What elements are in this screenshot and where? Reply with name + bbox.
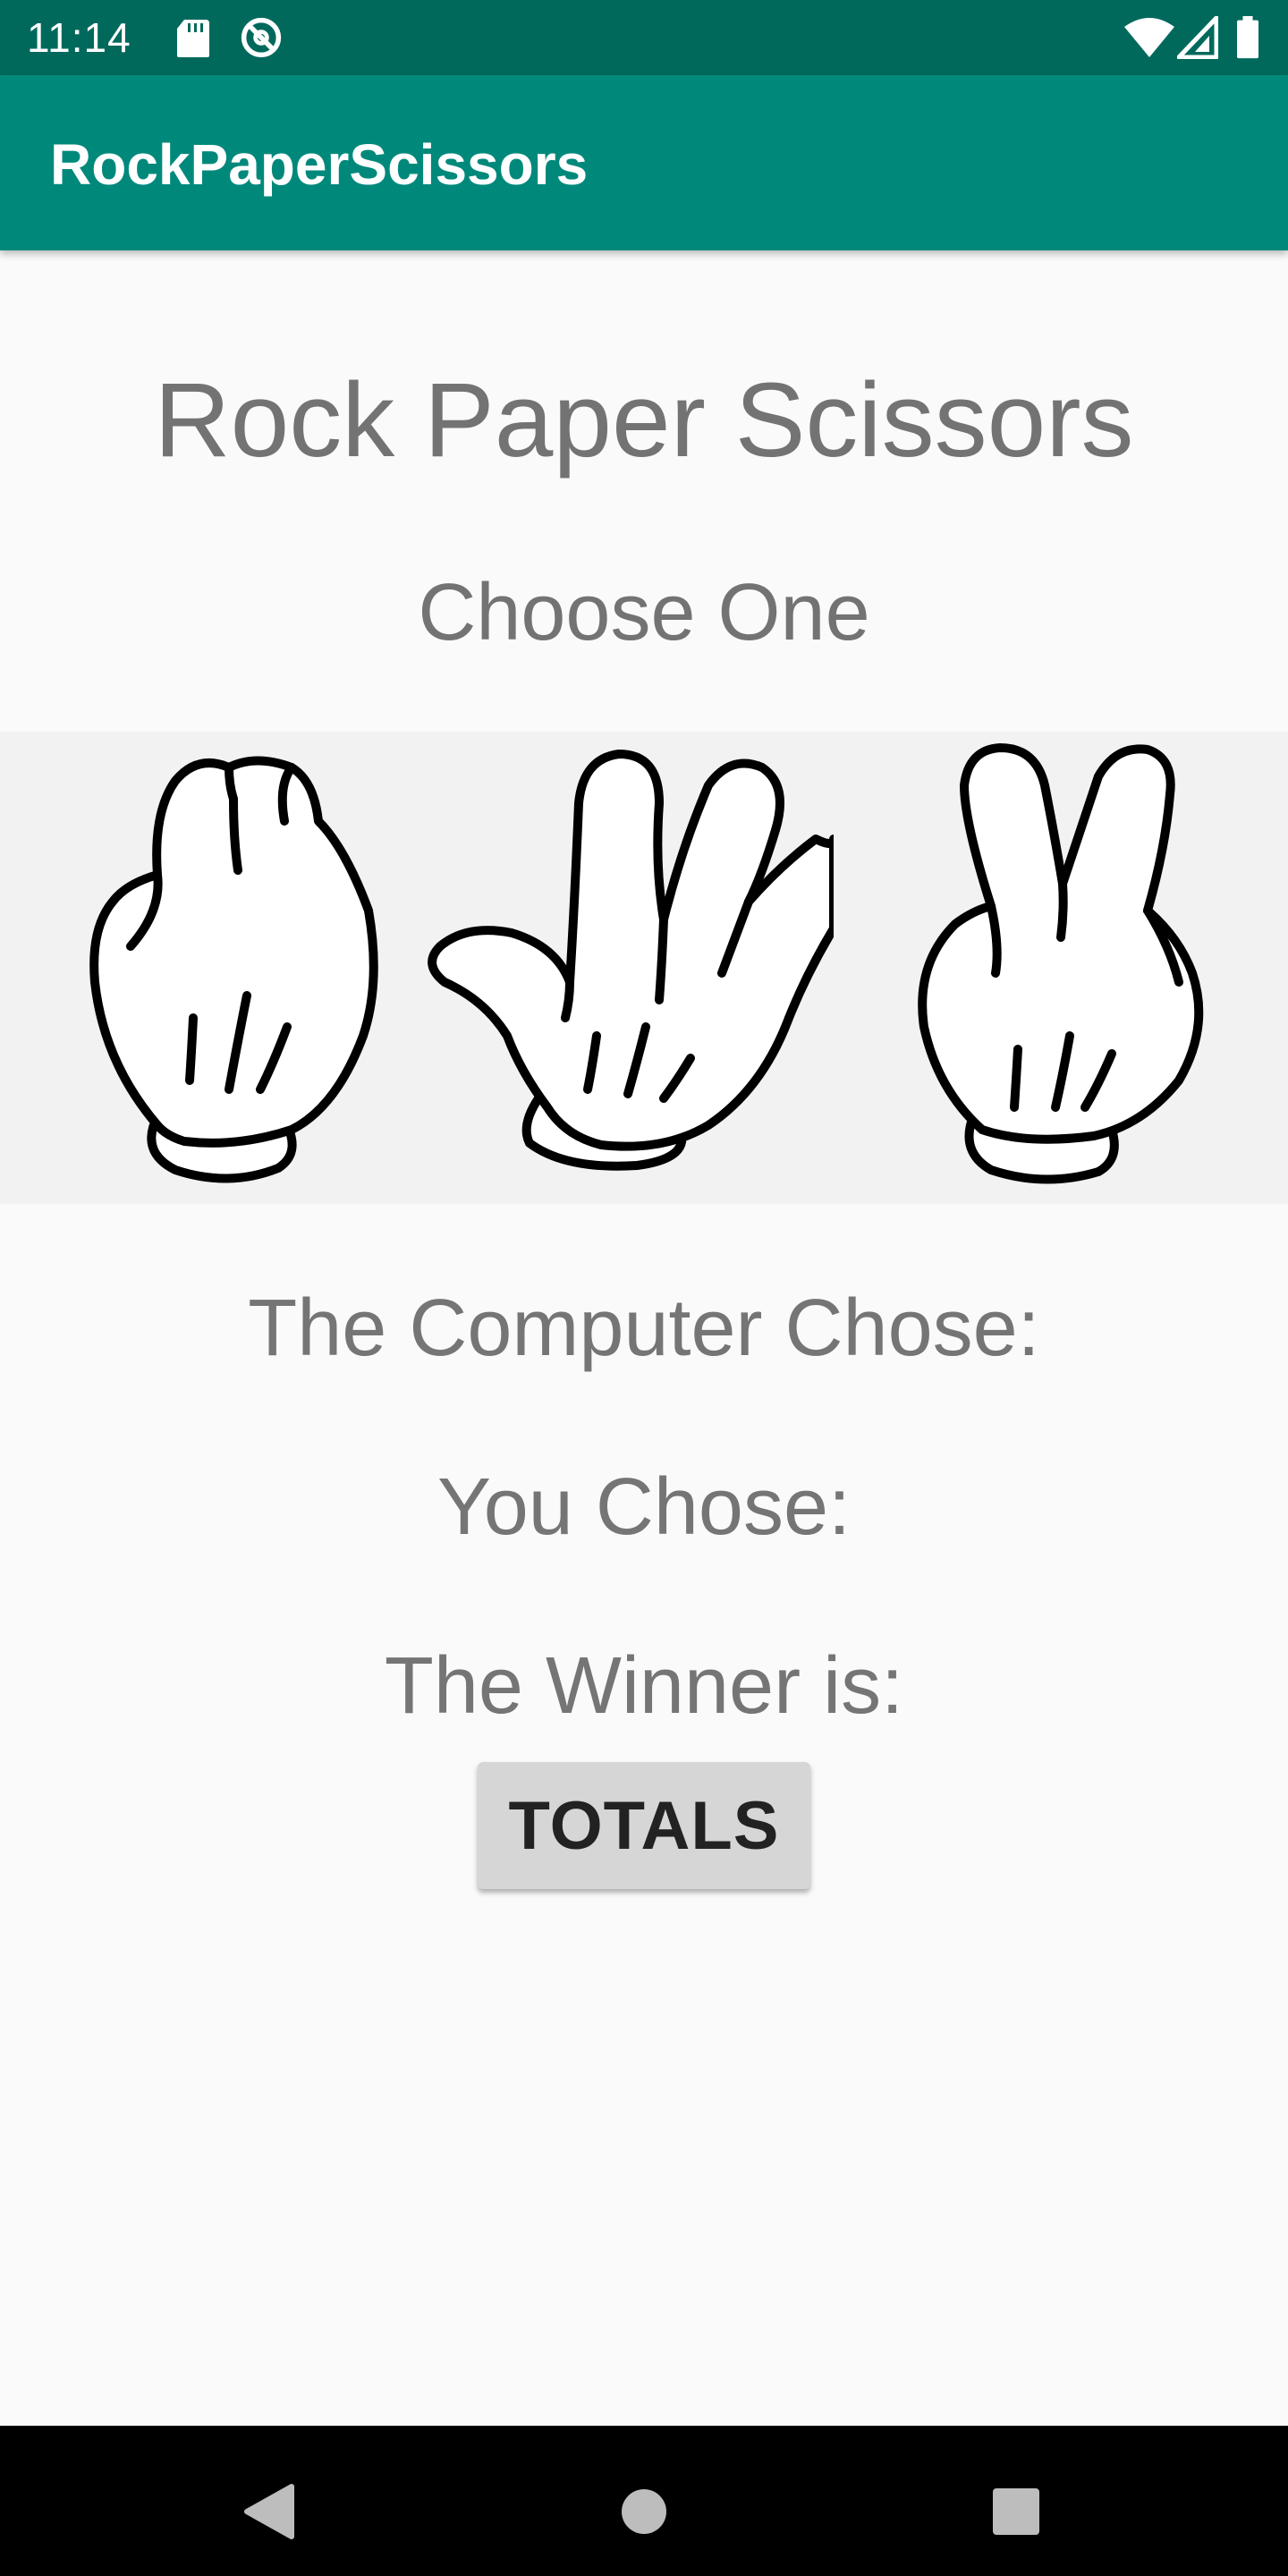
choose-one-prompt: Choose One xyxy=(418,568,870,657)
signal-icon xyxy=(1177,16,1218,59)
home-icon[interactable] xyxy=(601,2469,687,2555)
choice-row xyxy=(0,732,1288,1204)
back-icon[interactable] xyxy=(225,2469,311,2555)
status-time: 11:14 xyxy=(27,14,131,61)
status-bar: 11:14 xyxy=(0,0,1288,75)
rock-hand-icon[interactable] xyxy=(77,732,390,1204)
scissors-hand-icon[interactable] xyxy=(902,732,1224,1204)
app-bar: RockPaperScissors xyxy=(0,75,1288,250)
paper-hand-icon[interactable] xyxy=(422,732,834,1204)
navigation-bar xyxy=(0,2426,1288,2576)
app-screen: 11:14 RockPaperScissors Rock Paper Sciss… xyxy=(0,0,1288,2576)
wifi-icon xyxy=(1124,18,1174,57)
recents-icon[interactable] xyxy=(973,2469,1059,2555)
computer-chose-label: The Computer Chose: xyxy=(248,1284,1040,1373)
page-title: Rock Paper Scissors xyxy=(154,361,1134,479)
battery-icon xyxy=(1237,16,1258,59)
no-data-icon xyxy=(241,17,282,58)
app-title: RockPaperScissors xyxy=(50,132,589,197)
you-chose-label: You Chose: xyxy=(436,1462,852,1552)
winner-label: The Winner is: xyxy=(384,1641,904,1731)
totals-button[interactable]: TOTALS xyxy=(478,1762,810,1889)
sd-card-icon xyxy=(177,20,209,57)
